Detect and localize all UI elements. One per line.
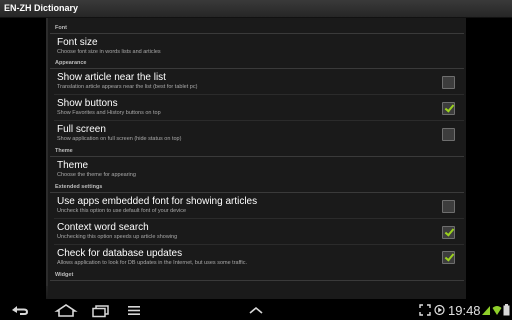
section-header-widget: Widget — [55, 272, 74, 278]
setting-title: Full screen — [57, 124, 106, 135]
section-header-extended: Extended settings — [55, 184, 103, 190]
signal-icon — [482, 306, 490, 315]
app-title: EN-ZH Dictionary — [4, 3, 79, 13]
setting-subtitle: Uncheck this option to use default font … — [57, 208, 187, 214]
media-icon — [434, 304, 445, 316]
setting-title: Check for database updates — [57, 248, 183, 259]
settings-list[interactable]: Font Font size Choose font size in words… — [46, 18, 466, 299]
section-divider — [50, 192, 464, 193]
setting-title: Show buttons — [57, 98, 118, 109]
row-divider — [54, 120, 464, 121]
setting-subtitle: Show Favorites and History buttons on to… — [57, 110, 161, 116]
section-header-appearance: Appearance — [55, 60, 87, 66]
scroll-fade — [46, 286, 466, 299]
section-header-theme: Theme — [55, 148, 73, 154]
title-bar: EN-ZH Dictionary — [0, 0, 512, 18]
setting-title: Show article near the list — [57, 72, 166, 83]
setting-title: Font size — [57, 37, 98, 48]
setting-subtitle: Show application on full screen (hide st… — [57, 136, 182, 142]
db-updates-checkbox[interactable] — [442, 251, 455, 264]
screenshot-icon — [419, 304, 431, 316]
scroll-rail — [46, 18, 48, 299]
setting-subtitle: Choose font size in words lists and arti… — [57, 49, 161, 55]
row-divider — [54, 244, 464, 245]
recent-apps-icon[interactable] — [90, 303, 114, 318]
setting-title: Use apps embedded font for showing artic… — [57, 196, 258, 207]
section-divider — [50, 33, 464, 34]
setting-subtitle: Unchecking this option speeds up article… — [57, 234, 178, 240]
section-divider — [50, 68, 464, 69]
setting-subtitle: Allows application to look for DB update… — [57, 260, 248, 266]
embedded-font-checkbox[interactable] — [442, 200, 455, 213]
show-buttons-checkbox[interactable] — [442, 102, 455, 115]
home-icon[interactable] — [54, 303, 78, 318]
row-divider — [54, 94, 464, 95]
show-article-checkbox[interactable] — [442, 76, 455, 89]
setting-title: Theme — [57, 160, 89, 171]
battery-icon — [503, 304, 510, 316]
row-divider — [54, 218, 464, 219]
section-divider — [50, 280, 464, 281]
full-screen-checkbox[interactable] — [442, 128, 455, 141]
wifi-icon — [492, 306, 502, 315]
back-icon[interactable] — [8, 303, 32, 318]
menu-icon[interactable] — [122, 303, 146, 318]
up-chevron-icon[interactable] — [244, 303, 268, 318]
status-clock: 19:48 — [448, 303, 481, 318]
setting-subtitle: Translation article appears near the lis… — [57, 84, 198, 90]
context-search-checkbox[interactable] — [442, 226, 455, 239]
setting-subtitle: Choose the theme for appearing — [57, 172, 136, 178]
section-divider — [50, 156, 464, 157]
setting-title: Context word search — [57, 222, 149, 233]
section-header-font: Font — [55, 25, 67, 31]
